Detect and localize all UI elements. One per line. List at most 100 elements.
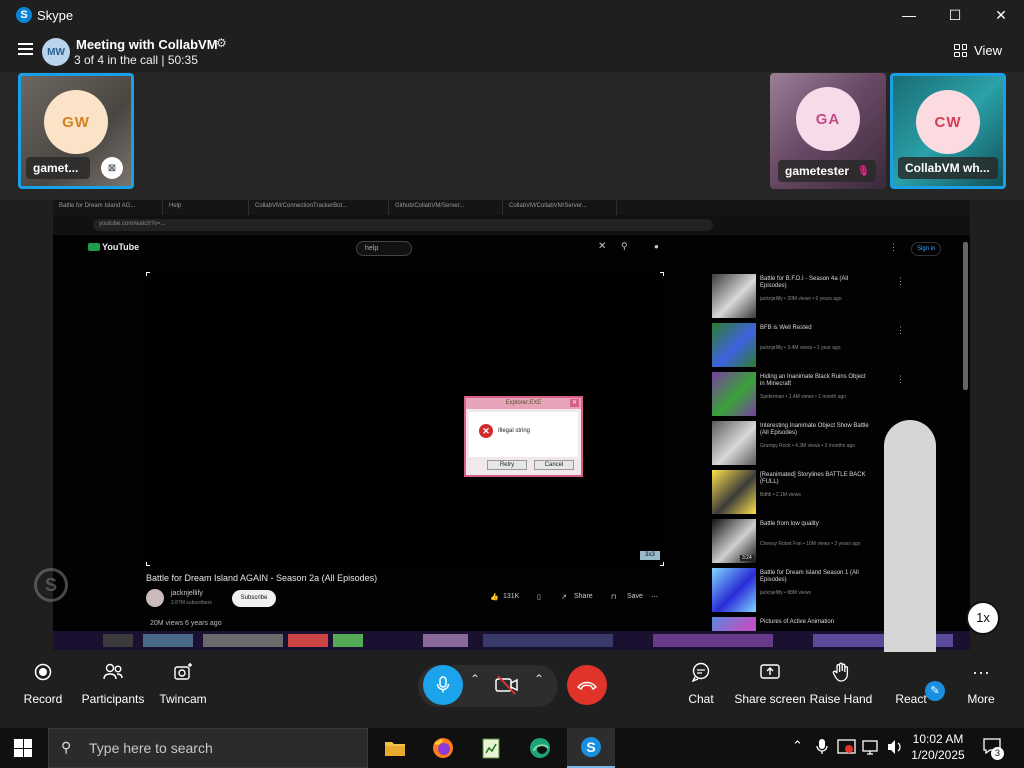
- raise-hand-label: Raise Hand: [809, 692, 873, 706]
- participants-button[interactable]: Participants: [73, 652, 153, 720]
- error-dialog: Explorer.EXE ✕ ✕ Illegal string Retry Ca…: [464, 396, 583, 477]
- hang-up-button[interactable]: [567, 665, 607, 705]
- participant-tile[interactable]: CW CollabVM wh...: [890, 73, 1006, 189]
- search-icon: ⚲: [621, 241, 628, 251]
- share-icon: ↗: [561, 594, 567, 601]
- gear-icon[interactable]: ⚙: [216, 36, 227, 50]
- browser-tabs: Battle for Dream Island AG... Help Colla…: [53, 200, 970, 215]
- recommended-video-meta: jacknjellify • 20M views • 6 years ago: [760, 296, 842, 302]
- minimize-button[interactable]: —: [886, 0, 932, 30]
- menu-icon[interactable]: [18, 43, 33, 55]
- microphone-button[interactable]: [423, 665, 463, 705]
- error-dialog-title-text: Explorer.EXE: [505, 400, 542, 406]
- video-thumbnail: [712, 470, 756, 514]
- recommended-video-meta: Grumpy Rock • 4.3M views • 3 months ago: [760, 443, 855, 449]
- raise-hand-button[interactable]: Raise Hand: [801, 652, 881, 720]
- notepad-chart-icon[interactable]: [467, 728, 515, 768]
- skype-taskbar-icon[interactable]: S: [567, 728, 615, 768]
- view-button[interactable]: View: [954, 43, 1002, 58]
- clock-time: 10:02 AM: [912, 732, 964, 746]
- hang-up-icon: [577, 681, 597, 690]
- camera-options-chevron-icon[interactable]: ⌃: [534, 672, 544, 686]
- firefox-icon[interactable]: [419, 728, 467, 768]
- scrollbar: [963, 242, 968, 390]
- tray-app-icon[interactable]: [837, 738, 857, 759]
- share-screen-button[interactable]: Share screen: [730, 652, 810, 720]
- mic-options-chevron-icon[interactable]: ⌃: [470, 672, 480, 686]
- participant-strip: GW gamet... ⊠ GA gametester 🎙 CW CollabV…: [0, 72, 1024, 200]
- taskbar-clock[interactable]: 10:02 AM 1/20/2025: [910, 731, 966, 763]
- channel-avatar: [146, 589, 164, 607]
- recommended-video-title: Battle for Dream Island Season 1 (All Ep…: [760, 570, 859, 583]
- clock-date: 1/20/2025: [911, 748, 965, 762]
- participant-tile[interactable]: GA gametester 🎙: [770, 73, 886, 189]
- microphone-tray-icon[interactable]: [816, 738, 828, 759]
- shared-screen: Battle for Dream Island AG... Help Colla…: [53, 200, 970, 650]
- save-label: Save: [627, 593, 643, 600]
- recommended-video: Battle from low quality Cheesy Robot Fan …: [712, 517, 905, 566]
- recommended-video-title: [Reanimated] Storylines BATTLE BACK (FUL…: [760, 472, 866, 485]
- browser-tab: Github/CollabVM/Server...: [389, 200, 503, 215]
- participant-avatar: GA: [796, 87, 860, 151]
- channel-name: jacknjellify: [171, 590, 203, 597]
- participants-label: Participants: [81, 692, 145, 706]
- recommended-video: [Reanimated] Storylines BATTLE BACK (FUL…: [712, 468, 905, 517]
- windows-start-icon[interactable]: [14, 739, 32, 757]
- microphone-icon: [436, 676, 450, 693]
- browser-nav-bar: youtube.com/watch?v=...: [53, 215, 970, 235]
- file-explorer-icon[interactable]: [371, 728, 419, 768]
- network-icon[interactable]: [862, 738, 882, 759]
- recommended-video-meta: Spiderman • 1.4M views • 1 month ago: [760, 394, 847, 400]
- twincam-button[interactable]: Twincam: [143, 652, 223, 720]
- twincam-icon: [143, 652, 223, 692]
- notifications-icon[interactable]: 3: [983, 738, 1004, 760]
- pencil-icon[interactable]: ✎: [925, 681, 945, 701]
- retry-button: Retry: [487, 460, 527, 470]
- browser-tab: Battle for Dream Island AG...: [53, 200, 163, 215]
- share-screen-label: Share screen: [734, 692, 806, 706]
- recommended-video: Battle for B.F.D.I - Season 4a (All Epis…: [712, 272, 905, 321]
- camera-off-icon: [495, 675, 518, 695]
- camera-off-button[interactable]: [495, 675, 519, 700]
- subscribe-button: Subscribe: [232, 590, 276, 607]
- error-icon: ✕: [479, 424, 493, 438]
- save-icon: ⊓: [611, 594, 617, 601]
- chat-button[interactable]: Chat: [661, 652, 741, 720]
- clear-search-icon: ✕: [598, 241, 607, 252]
- title-bar: S Skype — ☐ ✕: [0, 0, 1024, 30]
- meeting-header: MW Meeting with CollabVM ⚙ 3 of 4 in the…: [0, 30, 1024, 72]
- screen-share-icon: ⊠: [101, 157, 123, 179]
- volume-icon[interactable]: [886, 738, 904, 759]
- meeting-title[interactable]: Meeting with CollabVM: [76, 37, 218, 52]
- participant-tile[interactable]: GW gamet... ⊠: [18, 73, 134, 189]
- browser-tab: Help: [163, 200, 249, 215]
- maximize-button[interactable]: ☐: [932, 0, 978, 30]
- recommended-video-title: Hiding an Inanimate Black Ruins Object i…: [760, 374, 866, 387]
- record-button[interactable]: Record: [3, 652, 83, 720]
- url-bar: youtube.com/watch?v=...: [93, 219, 713, 231]
- taskbar-search-placeholder: Type here to search: [89, 740, 213, 756]
- more-button[interactable]: ··· More: [941, 652, 1021, 720]
- recommended-video: Battle for Dream Island Season 1 (All Ep…: [712, 566, 905, 615]
- video-title: Battle for Dream Island AGAIN - Season 2…: [146, 573, 378, 583]
- error-dialog-title: Explorer.EXE ✕: [466, 398, 581, 409]
- playback-speed-button[interactable]: 1x: [966, 601, 1000, 635]
- record-label: Record: [23, 692, 63, 706]
- close-button[interactable]: ✕: [978, 0, 1024, 30]
- muted-mic-icon: 🎙: [857, 165, 870, 177]
- edge-icon[interactable]: [516, 728, 564, 768]
- taskbar-search[interactable]: ⚲ Type here to search: [48, 728, 368, 768]
- skype-logo-icon: S: [16, 7, 32, 23]
- show-hidden-icons-chevron-icon[interactable]: ⌃: [792, 738, 803, 754]
- like-count: 131K: [503, 593, 520, 600]
- recommended-video: BFB is Well Rested jacknjellify • 3.4M vi…: [712, 321, 905, 370]
- error-message: Illegal string: [498, 428, 531, 434]
- youtube-logo-text: YouTube: [102, 242, 140, 252]
- voice-search-icon: ●: [654, 242, 659, 251]
- meeting-avatar[interactable]: MW: [42, 38, 70, 66]
- shared-screen-area: Battle for Dream Island AG... Help Colla…: [0, 200, 1024, 652]
- participant-avatar: GW: [44, 90, 108, 154]
- grid-view-icon: [954, 44, 968, 57]
- more-label: More: [967, 692, 995, 706]
- more-icon: ⋮: [896, 325, 905, 335]
